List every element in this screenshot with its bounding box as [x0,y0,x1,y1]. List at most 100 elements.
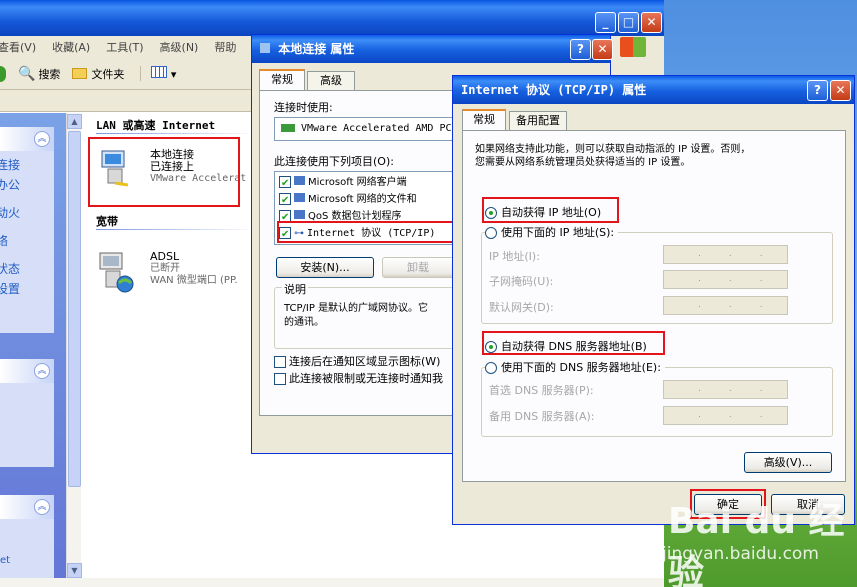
task-link[interactable]: et [0,551,54,571]
alternate-dns-field[interactable]: ... [663,406,788,425]
task-box-header[interactable]: ︽ [0,359,54,383]
views-button[interactable]: ▾ [140,66,176,81]
subnet-mask-label: 子网掩码(U): [489,275,554,288]
group-divider [96,229,256,230]
connect-using-label: 连接时使用: [274,101,333,114]
checkbox[interactable] [279,192,291,209]
description-title: 说明 [282,281,308,297]
collapse-up-icon[interactable]: ︽ [34,363,50,379]
network-client-icon [294,176,305,185]
views-icon [151,66,168,78]
file-sharing-icon [294,193,305,202]
menu-help[interactable]: 帮助 [214,39,236,55]
scroll-thumb[interactable] [68,131,81,487]
manual-dns-option[interactable]: 使用下面的 DNS 服务器地址(E): [485,359,665,375]
menu-tools[interactable]: 工具(T) [106,39,143,55]
tab-general[interactable]: 常规 [462,109,506,131]
default-gateway-label: 默认网关(D): [489,301,554,314]
minimize-button[interactable]: _ [595,12,616,33]
horizontal-scrollbar[interactable] [0,578,664,587]
explorer-titlebar[interactable]: _ □ ✕ [0,0,664,36]
default-gateway-field[interactable]: ... [663,296,788,315]
close-button[interactable]: ✕ [592,39,613,60]
task-box-details: ︽ et [0,495,54,587]
task-link[interactable]: 连接 [0,155,54,175]
checkbox[interactable] [274,373,286,385]
preferred-dns-label: 首选 DNS 服务器(P): [489,384,594,397]
group-divider [96,133,256,134]
task-link[interactable]: 状态 [0,259,54,279]
forward-arrow-icon[interactable] [0,65,6,82]
maximize-button[interactable]: □ [618,12,639,33]
connection-name: ADSL [150,250,180,263]
highlight-box-lan-item [88,137,240,207]
close-button[interactable]: ✕ [641,12,662,33]
adapter-field: VMware Accelerated AMD PC [274,117,454,141]
advanced-button[interactable]: 高级(V)... [744,452,832,473]
watermark-brand: Bai du 经验 [668,501,845,587]
description-text-2: 的通讯。 [284,317,324,328]
highlight-box-auto-ip [482,197,619,223]
ip-address-field[interactable]: ... [663,245,788,264]
subnet-mask-field[interactable]: ... [663,270,788,289]
vertical-scrollbar[interactable]: ▲ ▼ [66,113,82,578]
tcpip-properties-dialog: Internet 协议 (TCP/IP) 属性 ? ✕ 常规 备用配置 如果网络… [452,75,855,525]
radio-button[interactable] [485,362,497,374]
description-text-1: TCP/IP 是默认的广域网协议。它 [284,303,429,314]
highlight-box-auto-dns [482,331,665,355]
install-button[interactable]: 安装(N)... [276,257,374,278]
tab-general[interactable]: 常规 [259,69,305,91]
dialog-title: Internet 协议 (TCP/IP) 属性 [461,83,647,97]
menu-advanced[interactable]: 高级(N) [160,39,199,55]
watermark-url: jingyan.baidu.com [662,544,819,564]
windows-logo-icon [620,37,647,57]
tab-alternate-config[interactable]: 备用配置 [509,111,567,131]
alternate-dns-label: 备用 DNS 服务器(A): [489,410,595,423]
notify-icon-option[interactable]: 连接后在通知区域显示图标(W) [274,353,440,369]
manual-ip-option[interactable]: 使用下面的 IP 地址(S): [485,224,619,240]
preferred-dns-field[interactable]: ... [663,380,788,399]
task-link[interactable]: 动火 [0,203,54,223]
scroll-down-icon[interactable]: ▼ [67,563,82,578]
task-box-network: ︽ 连接 办公 动火 络 状态 设置 [0,127,54,333]
task-box-header[interactable]: ︽ [0,127,54,151]
group-header-broadband: 宽带 [96,215,118,228]
component-item[interactable]: Microsoft 网络的文件和 [279,191,449,209]
radio-button[interactable] [485,227,497,239]
baidu-watermark: Bai du 经验 jingyan.baidu.com [660,492,857,587]
ip-address-label: IP 地址(I): [489,250,540,263]
intro-text-2: 您需要从网络系统管理员处获得适当的 IP 设置。 [475,157,691,168]
task-link[interactable]: 络 [0,231,54,251]
menu-view[interactable]: 查看(V) [0,39,36,55]
help-button[interactable]: ? [807,80,828,101]
network-icon [260,43,270,53]
task-box-header[interactable]: ︽ [0,495,54,519]
collapse-up-icon[interactable]: ︽ [34,499,50,515]
highlight-box-tcpip-item [277,221,455,243]
tab-advanced[interactable]: 高级 [307,71,355,91]
checkbox[interactable] [274,356,286,368]
task-link[interactable]: 设置 [0,279,54,299]
items-label: 此连接使用下列项目(O): [274,155,394,168]
connection-device: WAN 微型端口 (PP. [150,275,238,286]
connection-status: 已断开 [150,263,180,274]
dialog-titlebar[interactable]: 本地连接 属性 ? ✕ [252,35,613,63]
component-item[interactable]: Microsoft 网络客户端 [279,174,449,192]
search-button[interactable]: 🔍 搜索 [18,66,60,82]
dialog-titlebar[interactable]: Internet 协议 (TCP/IP) 属性 ? ✕ [453,76,854,104]
dialog-title: 本地连接 属性 [278,42,355,56]
menu-favorites[interactable]: 收藏(A) [52,39,90,55]
task-link[interactable]: 办公 [0,175,54,195]
checkbox[interactable] [279,175,291,192]
limited-connection-option[interactable]: 此连接被限制或无连接时通知我 [274,370,443,386]
close-button[interactable]: ✕ [830,80,851,101]
collapse-up-icon[interactable]: ︽ [34,131,50,147]
folders-button[interactable]: 文件夹 [72,66,124,82]
help-button[interactable]: ? [570,39,591,60]
scroll-up-icon[interactable]: ▲ [67,114,82,129]
uninstall-button[interactable]: 卸载 [382,257,454,278]
adapter-icon [281,124,295,132]
manual-dns-groupbox [481,367,833,437]
broadband-connection-icon [98,251,134,293]
qos-icon [294,210,305,219]
